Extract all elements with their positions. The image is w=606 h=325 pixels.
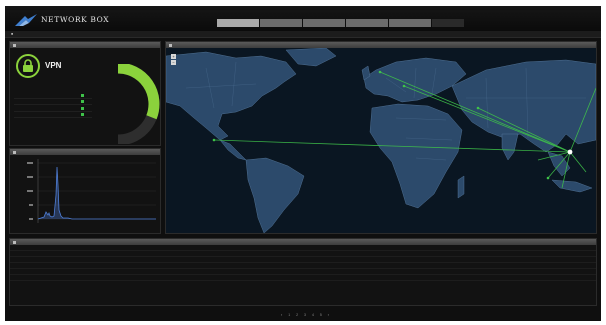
- vpn-log-panel: [9, 238, 597, 306]
- panel-collapse-icon[interactable]: [169, 43, 172, 47]
- zoom-out-button[interactable]: −: [171, 60, 176, 65]
- tab-3[interactable]: [303, 19, 345, 27]
- map-node-icon: [567, 149, 573, 155]
- status-ok-icon: [81, 113, 84, 116]
- vpn-tunnel-row: [14, 112, 92, 118]
- table-row[interactable]: [10, 275, 596, 281]
- status-ok-icon: [81, 100, 84, 103]
- sub-toolbar-left[interactable]: ■: [11, 32, 13, 36]
- panel-collapse-icon[interactable]: [13, 240, 16, 244]
- map-node-icon: [378, 70, 382, 74]
- status-ok-icon: [81, 106, 84, 110]
- network-box-logo-icon: [15, 14, 37, 26]
- tab-1[interactable]: [217, 19, 259, 27]
- vpn-panel: VPN: [9, 41, 161, 146]
- vpn-log-table: [10, 245, 596, 281]
- log-rows: [10, 251, 596, 281]
- vpn-panel-header: [10, 42, 160, 48]
- vpn-status-circle: [16, 54, 40, 78]
- sub-toolbar: ■: [5, 31, 601, 38]
- map-panel: + −: [165, 41, 597, 234]
- lock-icon: [23, 59, 33, 72]
- tab-4[interactable]: [346, 19, 388, 27]
- panel-collapse-icon[interactable]: [13, 43, 16, 47]
- vpn-usage-gauge: [117, 64, 160, 144]
- main-tabs: [217, 19, 465, 27]
- brand-name: NETWORK BOX: [41, 15, 110, 24]
- vpn-label: VPN: [45, 61, 62, 70]
- app-window: NETWORK BOX ■ VPN + − ▪ 1 2 3 4 5 ▪: [5, 6, 601, 321]
- madagascar-landmass: [457, 175, 465, 199]
- map-node-icon: [546, 176, 550, 180]
- map-node-icon: [402, 84, 406, 88]
- zoom-in-button[interactable]: +: [171, 54, 176, 59]
- pagination[interactable]: ▪ 1 2 3 4 5 ▪: [281, 313, 332, 317]
- status-ok-icon: [81, 93, 84, 97]
- connections-line-chart: [27, 159, 156, 223]
- map-node-icon: [212, 138, 216, 142]
- tab-2[interactable]: [260, 19, 302, 27]
- vpn-tunnel-table: [14, 86, 92, 118]
- tab-5[interactable]: [389, 19, 431, 27]
- top-header: NETWORK BOX: [5, 6, 601, 31]
- world-map[interactable]: [166, 48, 596, 233]
- panel-collapse-icon[interactable]: [13, 150, 16, 154]
- map-zoom-controls: + −: [171, 54, 176, 66]
- tab-6[interactable]: [432, 19, 464, 27]
- map-node-icon: [476, 106, 480, 110]
- connections-panel: [9, 148, 161, 234]
